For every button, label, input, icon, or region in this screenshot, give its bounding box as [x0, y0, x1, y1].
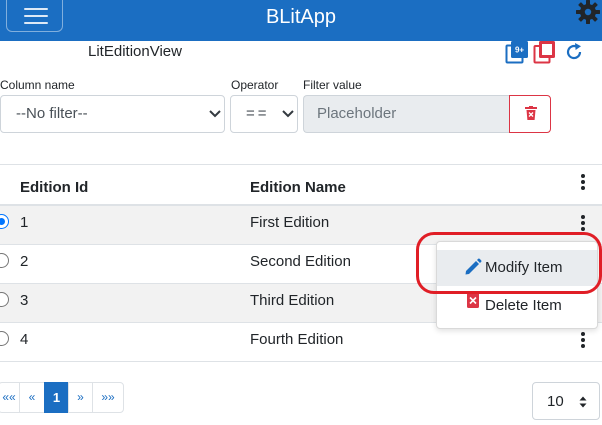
edition-id-cell: 4 [20, 331, 29, 348]
svg-text:9+: 9+ [515, 46, 524, 55]
trash-icon [525, 106, 537, 120]
modify-item-menu-item[interactable]: Modify Item [437, 250, 597, 286]
column-name-label: Column name [0, 78, 75, 92]
filter-value-input[interactable]: Placeholder [303, 95, 509, 133]
edition-name-cell: Fourth Edition [250, 331, 344, 348]
app-title: BLitApp [265, 6, 337, 28]
row-kebab-menu-icon[interactable] [581, 215, 585, 231]
chevron-down-icon [209, 110, 221, 118]
modify-item-label: Modify Item [485, 259, 563, 276]
page-size-value: 10 [547, 393, 564, 410]
table-row[interactable]: 1 First Edition [0, 206, 602, 245]
row-select-radio[interactable] [0, 292, 9, 307]
operator-value: == [246, 105, 270, 122]
operator-label: Operator [231, 78, 279, 92]
page-size-select[interactable]: 10 [532, 382, 600, 420]
view-title: LitEditionView [88, 43, 182, 60]
column-header-edition-name[interactable]: Edition Name [250, 179, 346, 197]
filter-value-placeholder: Placeholder [317, 105, 397, 122]
row-kebab-menu-icon[interactable] [581, 332, 585, 348]
edition-name-cell: Second Edition [250, 253, 351, 270]
row-select-radio[interactable] [0, 331, 9, 346]
row-context-menu: Modify Item Delete Item [436, 241, 598, 329]
sort-updown-icon [579, 396, 587, 408]
column-name-value: --No filter-- [16, 105, 88, 122]
pagination: «« « 1 » »» [0, 382, 124, 413]
pencil-icon [465, 258, 482, 275]
delete-item-label: Delete Item [485, 297, 562, 314]
operator-select[interactable]: == [230, 95, 298, 133]
edition-id-cell: 1 [20, 214, 29, 231]
current-page-button[interactable]: 1 [44, 382, 69, 413]
refresh-icon[interactable] [564, 42, 584, 62]
table-bottom-border [0, 361, 602, 362]
last-page-button[interactable]: »» [92, 382, 124, 413]
column-name-select[interactable]: --No filter-- [0, 95, 225, 133]
edition-id-cell: 2 [20, 253, 29, 270]
delete-item-menu-item[interactable]: Delete Item [437, 288, 597, 324]
table-top-border [0, 164, 602, 165]
gear-icon[interactable] [576, 0, 600, 24]
top-navbar: BLitApp [0, 0, 602, 41]
previous-page-button[interactable]: « [19, 382, 45, 413]
edition-name-cell: First Edition [250, 214, 330, 231]
chevron-down-icon [282, 110, 294, 118]
row-select-radio[interactable] [0, 214, 9, 229]
row-select-radio[interactable] [0, 253, 9, 268]
filter-value-label: Filter value [303, 78, 362, 92]
edition-name-cell: Third Edition [250, 292, 335, 309]
add-multiple-icon[interactable]: 9+ [505, 40, 529, 64]
next-page-button[interactable]: » [68, 382, 93, 413]
copy-icon[interactable] [533, 40, 557, 64]
first-page-button[interactable]: «« [0, 382, 20, 413]
column-header-edition-id[interactable]: Edition Id [20, 179, 88, 197]
delete-x-icon [467, 293, 479, 308]
edition-id-cell: 3 [20, 292, 29, 309]
header-kebab-menu-icon[interactable] [581, 174, 585, 190]
clear-filter-button[interactable] [509, 95, 551, 133]
